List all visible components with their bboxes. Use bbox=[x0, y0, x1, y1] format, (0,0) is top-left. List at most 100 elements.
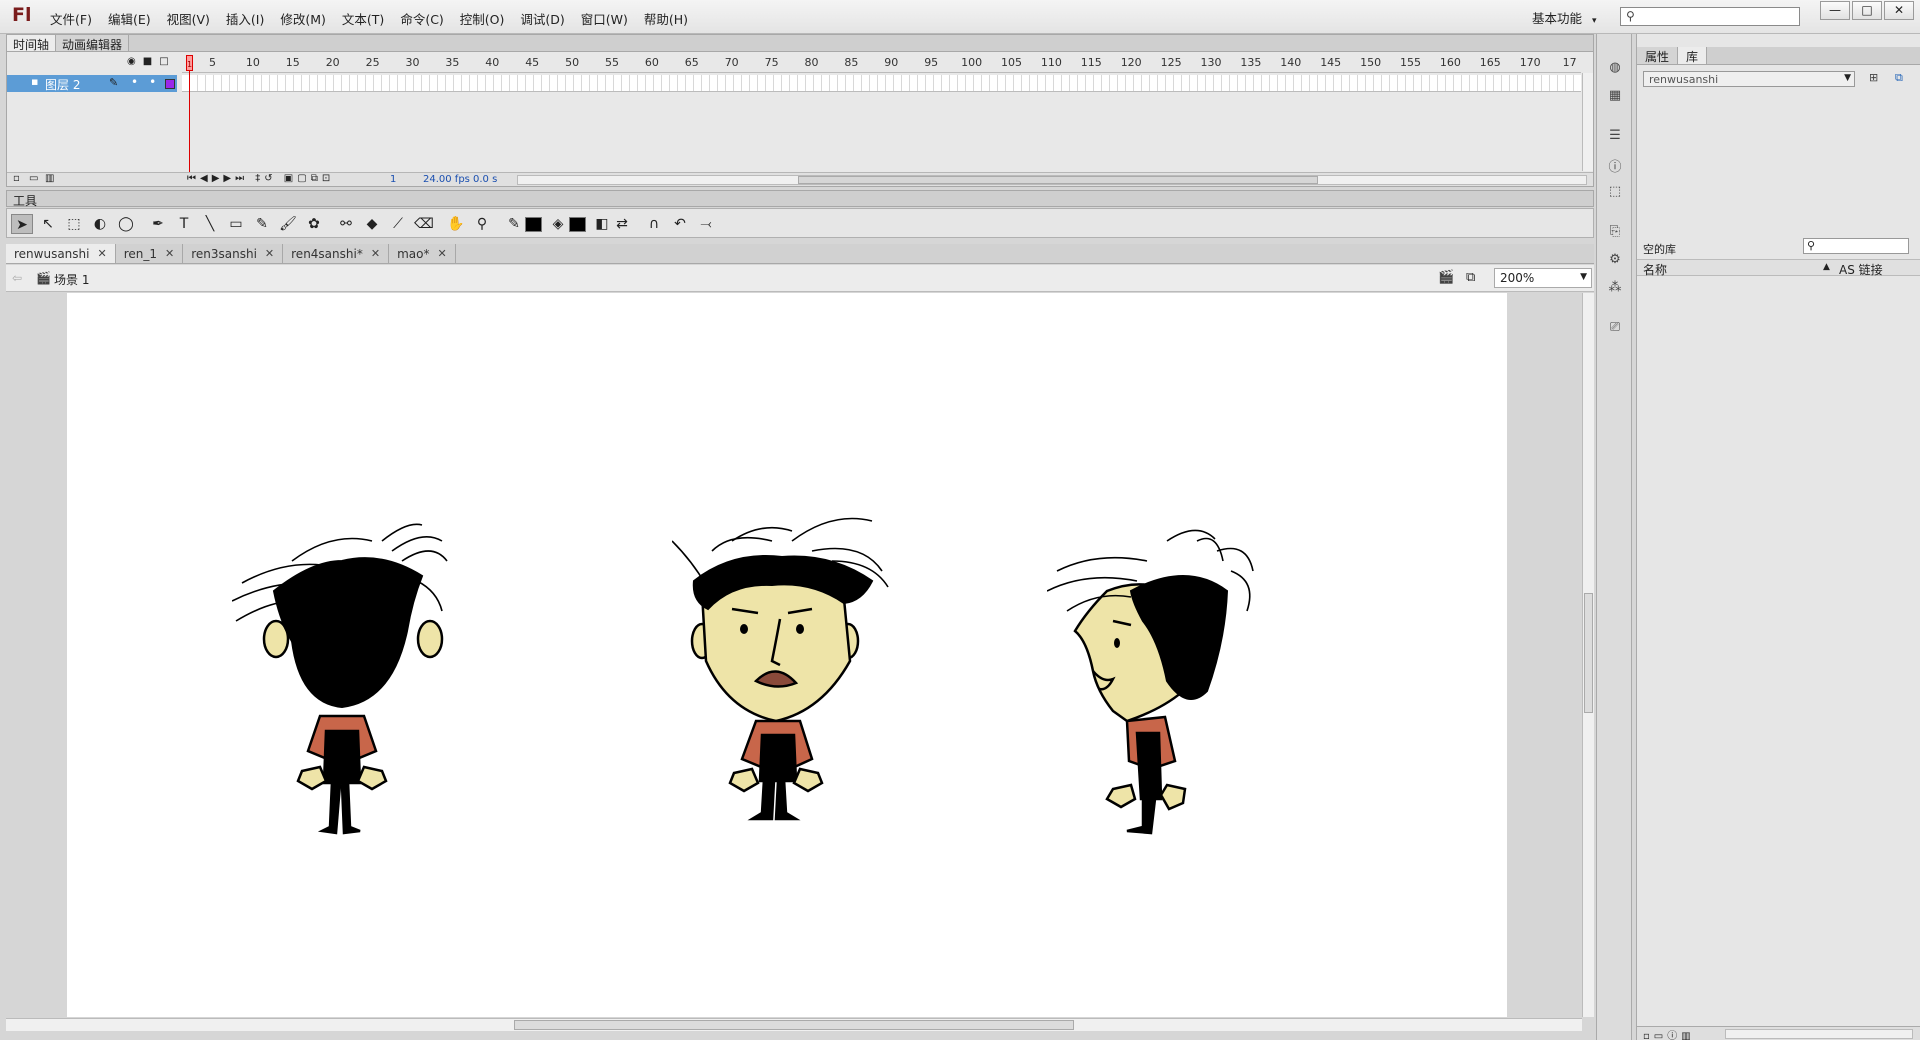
lock-icon[interactable]: ■ bbox=[143, 56, 152, 67]
align-icon[interactable]: ☰ bbox=[1605, 128, 1625, 146]
library-search-input[interactable]: ⚲ bbox=[1803, 238, 1909, 254]
playhead-handle[interactable]: 1 bbox=[186, 55, 193, 71]
pin-library-icon[interactable]: ⊞ bbox=[1869, 71, 1878, 84]
menu-text[interactable]: 文本(T) bbox=[334, 9, 392, 28]
stroke-color-swatch[interactable] bbox=[525, 217, 542, 232]
info-icon[interactable]: ⓘ bbox=[1605, 156, 1625, 175]
column-linkage[interactable]: AS 链接 bbox=[1839, 261, 1883, 278]
character-side-view[interactable] bbox=[1047, 521, 1267, 841]
layer-name[interactable]: 图层 2 bbox=[45, 76, 80, 93]
workspace-switcher[interactable]: 基本功能 ▾ bbox=[1532, 8, 1597, 27]
close-icon[interactable]: ✕ bbox=[265, 247, 274, 260]
menu-modify[interactable]: 修改(M) bbox=[272, 9, 334, 28]
close-icon[interactable]: ✕ bbox=[437, 247, 446, 260]
deco-tool-icon[interactable]: ✿ bbox=[303, 214, 325, 234]
snap-to-objects-icon[interactable]: ∩ bbox=[643, 214, 665, 234]
tab-timeline[interactable]: 时间轴 bbox=[7, 35, 57, 52]
layer-outline-color[interactable] bbox=[165, 79, 175, 89]
close-icon[interactable]: ✕ bbox=[371, 247, 380, 260]
free-transform-tool-icon[interactable]: ⬚ bbox=[63, 214, 85, 234]
playback-controls[interactable]: ⏮◀▶▶⏭ ‡↺ ▣▢⧉⊡ bbox=[187, 173, 334, 184]
character-back-view[interactable] bbox=[232, 521, 452, 841]
column-name[interactable]: 名称 bbox=[1643, 261, 1667, 278]
paint-bucket-tool-icon[interactable]: ◆ bbox=[361, 214, 383, 234]
movie-explorer-icon[interactable]: ⎚ bbox=[1605, 320, 1625, 338]
black-white-icon[interactable]: ◧ bbox=[591, 214, 613, 234]
help-search-input[interactable]: ⚲ bbox=[1620, 7, 1800, 26]
close-icon[interactable]: ✕ bbox=[165, 247, 174, 260]
swap-colors-icon[interactable]: ⇄ bbox=[611, 214, 633, 234]
zoom-select[interactable]: 200% ▼ bbox=[1494, 268, 1592, 288]
layer-row[interactable]: ▪ 图层 2 ✎ •• bbox=[7, 75, 177, 92]
playhead[interactable]: 1 bbox=[186, 55, 193, 175]
tab-properties[interactable]: 属性 bbox=[1637, 47, 1679, 64]
menu-help[interactable]: 帮助(H) bbox=[636, 9, 696, 28]
pencil-tool-icon[interactable]: ✎ bbox=[251, 214, 273, 234]
zoom-tool-icon[interactable]: ⚲ bbox=[471, 214, 493, 234]
doc-tab-ren1[interactable]: ren_1 ✕ bbox=[116, 244, 184, 263]
edit-scene-icon[interactable]: 🎬 bbox=[1438, 270, 1454, 285]
line-tool-icon[interactable]: ╲ bbox=[199, 214, 221, 234]
stage-vertical-scrollbar[interactable] bbox=[1582, 293, 1594, 1017]
scroll-thumb[interactable] bbox=[1584, 593, 1593, 713]
fill-color-swatch[interactable] bbox=[569, 217, 586, 232]
close-icon[interactable]: ✕ bbox=[97, 247, 106, 260]
current-frame[interactable]: 1 bbox=[390, 174, 396, 185]
close-button[interactable]: ✕ bbox=[1884, 1, 1914, 20]
minimize-button[interactable]: — bbox=[1820, 1, 1850, 20]
menu-edit[interactable]: 编辑(E) bbox=[100, 9, 159, 28]
scroll-thumb[interactable] bbox=[798, 176, 1318, 184]
actions-icon[interactable]: ⎘ bbox=[1605, 224, 1625, 242]
subselection-tool-icon[interactable]: ↖ bbox=[37, 214, 59, 234]
text-tool-icon[interactable]: T bbox=[173, 214, 195, 234]
timeline-horizontal-scrollbar[interactable] bbox=[517, 175, 1587, 185]
outline-icon[interactable]: □ bbox=[159, 56, 168, 67]
eraser-tool-icon[interactable]: ⌫ bbox=[413, 214, 435, 234]
new-library-panel-icon[interactable]: ⧉ bbox=[1895, 71, 1903, 85]
library-item-list[interactable] bbox=[1637, 277, 1920, 1017]
straighten-icon[interactable]: ⤙ bbox=[695, 214, 717, 234]
doc-tab-mao[interactable]: mao* ✕ bbox=[389, 244, 456, 263]
tab-motion-editor[interactable]: 动画编辑器 bbox=[56, 35, 130, 52]
smooth-icon[interactable]: ↶ bbox=[669, 214, 691, 234]
menu-window[interactable]: 窗口(W) bbox=[573, 9, 636, 28]
bone-tool-icon[interactable]: ⚯ bbox=[335, 214, 357, 234]
frame-grid[interactable] bbox=[182, 75, 1581, 92]
edit-symbols-icon[interactable]: ⧉ bbox=[1466, 270, 1475, 285]
menu-file[interactable]: 文件(F) bbox=[42, 9, 100, 28]
maximize-button[interactable]: □ bbox=[1852, 1, 1882, 20]
layer-visibility-dots[interactable]: •• bbox=[131, 75, 167, 89]
stage-canvas[interactable] bbox=[67, 293, 1507, 1017]
pen-tool-icon[interactable]: ✒ bbox=[147, 214, 169, 234]
menu-debug[interactable]: 调试(D) bbox=[512, 9, 572, 28]
stage-horizontal-scrollbar[interactable] bbox=[6, 1018, 1582, 1031]
frame-ruler[interactable]: 5 10 15 20 25 30 35 40 45 50 55 60 65 70 75 80 85 90 95 100… bbox=[182, 55, 1581, 73]
color-icon[interactable]: ◍ bbox=[1605, 60, 1625, 78]
rectangle-tool-icon[interactable]: ▭ bbox=[225, 214, 247, 234]
transform-icon[interactable]: ⬚ bbox=[1605, 184, 1625, 202]
doc-tab-ren4sanshi[interactable]: ren4sanshi* ✕ bbox=[283, 244, 390, 263]
menu-insert[interactable]: 插入(I) bbox=[218, 9, 272, 28]
library-document-select[interactable]: renwusanshi ▼ bbox=[1643, 71, 1855, 87]
menu-view[interactable]: 视图(V) bbox=[159, 9, 218, 28]
selection-tool-icon[interactable]: ➤ bbox=[11, 214, 33, 234]
motion-presets-icon[interactable]: ⁂ bbox=[1605, 280, 1625, 298]
3d-rotation-tool-icon[interactable]: ◐ bbox=[89, 214, 111, 234]
timeline-vertical-scrollbar[interactable] bbox=[1582, 73, 1593, 171]
library-horizontal-scrollbar[interactable] bbox=[1725, 1029, 1913, 1039]
eyedropper-tool-icon[interactable]: ⟋ bbox=[387, 214, 409, 234]
character-front-view[interactable] bbox=[672, 511, 892, 831]
doc-tab-renwusanshi[interactable]: renwusanshi ✕ bbox=[6, 244, 116, 263]
menu-control[interactable]: 控制(O) bbox=[452, 9, 513, 28]
new-layer-icon[interactable]: ▫ bbox=[13, 173, 20, 184]
new-folder-icon[interactable]: ▭ bbox=[29, 173, 38, 184]
menu-commands[interactable]: 命令(C) bbox=[392, 9, 451, 28]
trash-icon[interactable]: ▥ bbox=[45, 173, 54, 184]
back-arrow-icon[interactable]: ⇦ bbox=[12, 271, 22, 285]
doc-tab-ren3sanshi[interactable]: ren3sanshi ✕ bbox=[183, 244, 284, 263]
lasso-tool-icon[interactable]: ◯ bbox=[115, 214, 137, 234]
frame-rate[interactable]: 24.00 fps bbox=[423, 174, 470, 185]
scroll-thumb[interactable] bbox=[514, 1020, 1074, 1030]
scene-name[interactable]: 场景 1 bbox=[54, 271, 89, 288]
swatches-icon[interactable]: ▦ bbox=[1605, 88, 1625, 106]
